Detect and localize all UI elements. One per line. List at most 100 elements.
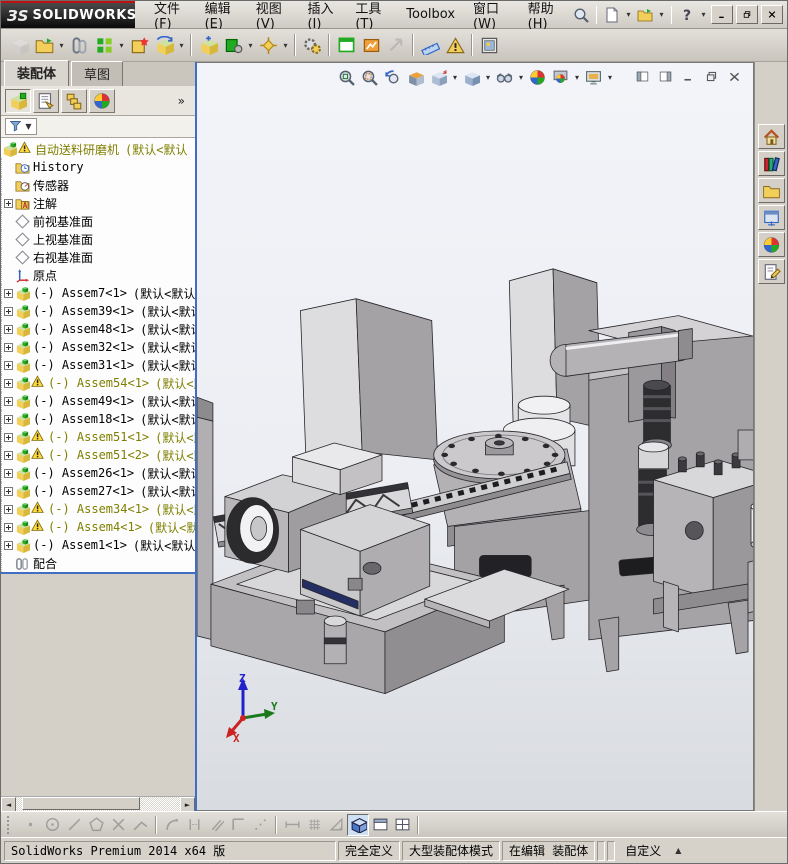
tree-item[interactable]: (-) Assem34<1> (默认<默 [1,500,195,518]
pane-left-button[interactable] [634,69,651,84]
display-style-icon[interactable] [461,67,483,87]
tree-expand-cell[interactable] [1,464,14,482]
tree-item[interactable]: 配合 [1,554,195,572]
minimize-button[interactable] [711,5,733,24]
tree-item[interactable]: 上视基准面 [1,230,195,248]
new-document-icon[interactable] [602,5,622,25]
tree-item[interactable]: (-) Assem51<2> (默认<默 [1,446,195,464]
mate-icon[interactable] [67,32,91,58]
large-assembly-icon[interactable] [221,32,245,58]
expand-plus-icon[interactable] [3,198,13,208]
menu-item-E[interactable]: 编辑(E) [196,1,247,32]
graphics-viewport[interactable]: ▾ ▾ ▾ ▾ ▾ Z Y X [197,62,754,811]
measure-icon[interactable] [418,32,442,58]
expand-plus-icon[interactable] [3,504,13,514]
open-document-icon[interactable] [635,5,655,25]
tree-expand-cell[interactable] [1,536,14,554]
tree-expand-cell[interactable] [1,194,14,212]
custom-properties-button[interactable] [757,259,785,284]
tree-item[interactable]: (-) Assem27<1> (默认<默认_ [1,482,195,500]
displaymanager-tab[interactable] [89,88,115,113]
tree-item[interactable]: A 注解 [1,194,195,212]
component-pattern-icon[interactable] [92,32,116,58]
expand-plus-icon[interactable] [3,414,13,424]
appearances-button[interactable] [757,232,785,257]
status-custom-label[interactable]: 自定义 [625,842,661,859]
doc-restore-button[interactable] [703,69,720,84]
tree-expand-cell[interactable] [1,428,14,446]
scroll-right-button[interactable]: ► [180,797,195,812]
view-orientation-icon[interactable] [428,67,450,87]
edit-appearance-icon[interactable] [527,67,549,87]
expand-plus-icon[interactable] [3,306,13,316]
expand-plus-icon[interactable] [3,288,13,298]
expand-plus-icon[interactable] [3,360,13,370]
close-button[interactable] [761,5,783,24]
scroll-left-button[interactable]: ◄ [1,797,16,812]
tree-item[interactable]: (-) Assem31<1> (默认<默认_ [1,356,195,374]
pane-right-button[interactable] [657,69,674,84]
tree-expand-cell[interactable] [1,500,14,518]
open-document-icon[interactable] [32,32,56,58]
single-view-icon[interactable] [369,814,391,836]
tree-item[interactable]: (-) Assem48<1> (默认<默认_ [1,320,195,338]
chevron-down-icon[interactable]: ▾ [517,73,526,82]
expand-plus-icon[interactable] [3,378,13,388]
filter-button[interactable]: ▼ [5,118,37,135]
menu-item-H[interactable]: 帮助(H) [519,1,571,32]
menu-item-V[interactable]: 视图(V) [247,1,299,32]
tree-expand-cell[interactable] [1,446,14,464]
smart-fasteners-icon[interactable] [127,32,151,58]
doc-minimize-button[interactable] [680,69,697,84]
tree-expand-cell[interactable] [1,518,14,536]
chevron-down-icon[interactable]: ▾ [606,73,615,82]
tab-草图[interactable]: 草图 [71,61,124,86]
tree-item[interactable]: (-) Assem1<1> (默认<默认_ [1,536,195,554]
chevron-down-icon[interactable]: ▾ [624,10,633,19]
tree-item[interactable]: (-) Assem4<1> (默认<默认 [1,518,195,536]
tree-expand-cell[interactable] [1,356,14,374]
tree-expand-cell[interactable] [1,284,14,302]
expand-plus-icon[interactable] [3,486,13,496]
zoom-area-icon[interactable] [359,67,381,87]
configurationmanager-tab[interactable] [61,88,87,113]
zoom-fit-icon[interactable] [336,67,358,87]
chevron-down-icon[interactable]: ▾ [57,41,66,50]
tree-item[interactable]: 右视基准面 [1,248,195,266]
tree-item[interactable]: 自动送料研磨机 (默认<默认 [1,140,195,158]
expand-plus-icon[interactable] [3,450,13,460]
expand-plus-icon[interactable] [3,468,13,478]
expand-plus-icon[interactable] [3,396,13,406]
new-window-icon[interactable] [334,32,358,58]
home-button[interactable] [757,124,785,149]
tree-expand-cell[interactable] [1,320,14,338]
status-large-assembly-mode[interactable]: 大型装配体模式 [402,840,501,861]
tree-item[interactable]: (-) Assem51<1> (默认<默 [1,428,195,446]
tree-expand-cell[interactable] [1,482,14,500]
previous-view-icon[interactable] [382,67,404,87]
menu-item-Toolbox[interactable]: Toolbox [397,1,464,28]
tree-item[interactable]: (-) Assem32<1> (默认<默认_ [1,338,195,356]
search-icon[interactable] [571,5,591,25]
tree-item[interactable]: 原点 [1,266,195,284]
view-settings-icon[interactable] [583,67,605,87]
rotate-component-icon[interactable] [152,32,176,58]
view-cube-icon[interactable] [347,813,369,836]
chevron-down-icon[interactable]: ▾ [657,10,666,19]
tree-expand-cell[interactable] [1,302,14,320]
scroll-track[interactable] [16,797,180,811]
file-explorer-button[interactable] [757,178,785,203]
design-library-button[interactable] [757,151,785,176]
chevron-down-icon[interactable]: ▾ [177,41,186,50]
tab-装配体[interactable]: 装配体 [4,60,70,86]
tree-expand-cell[interactable] [1,338,14,356]
tree-item[interactable]: 前视基准面 [1,212,195,230]
toolbar-drag-handle[interactable] [7,815,9,834]
chevron-down-icon[interactable]: ▾ [117,41,126,50]
chevron-up-icon[interactable]: ▲ [675,846,681,855]
tree-item[interactable]: History [1,158,195,176]
view-palette-button[interactable] [757,205,785,230]
interference-detection-icon[interactable] [443,32,467,58]
menu-item-I[interactable]: 插入(I) [298,1,346,32]
hide-show-items-icon[interactable] [494,67,516,87]
